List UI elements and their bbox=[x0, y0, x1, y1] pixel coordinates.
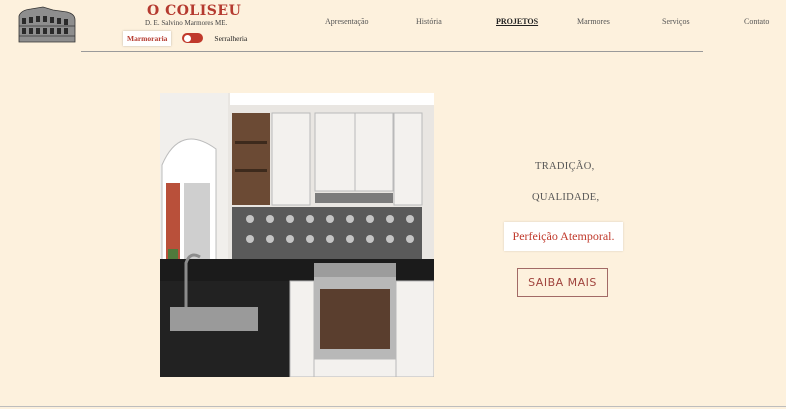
nav-item-servicos[interactable]: Serviços bbox=[662, 17, 690, 26]
business-toggle: Marmoraria Serralheria bbox=[123, 30, 247, 46]
nav-item-projetos[interactable]: PROJETOS bbox=[496, 17, 538, 26]
tagline-qualidade: QUALIDADE, bbox=[532, 192, 600, 203]
page-bottom-divider bbox=[0, 406, 786, 407]
nav-item-historia[interactable]: História bbox=[416, 17, 442, 26]
nav-item-apresentacao[interactable]: Apresentação bbox=[325, 17, 369, 26]
main-nav: Apresentação História PROJETOS Marmores … bbox=[0, 17, 786, 29]
toggle-label-marmoraria[interactable]: Marmoraria bbox=[123, 30, 172, 46]
nav-divider bbox=[81, 51, 703, 52]
tagline-tradicao: TRADIÇÃO, bbox=[535, 161, 595, 172]
saiba-mais-button[interactable]: SAIBA MAIS bbox=[517, 268, 608, 297]
nav-item-contato[interactable]: Contato bbox=[744, 17, 769, 26]
kitchen-photo bbox=[160, 93, 435, 378]
toggle-switch[interactable] bbox=[182, 33, 204, 43]
tagline-perfeicao: Perfeição Atemporal. bbox=[504, 222, 623, 251]
toggle-knob bbox=[184, 34, 192, 42]
toggle-label-serralheria[interactable]: Serralheria bbox=[214, 34, 247, 43]
nav-item-marmores[interactable]: Marmores bbox=[577, 17, 610, 26]
